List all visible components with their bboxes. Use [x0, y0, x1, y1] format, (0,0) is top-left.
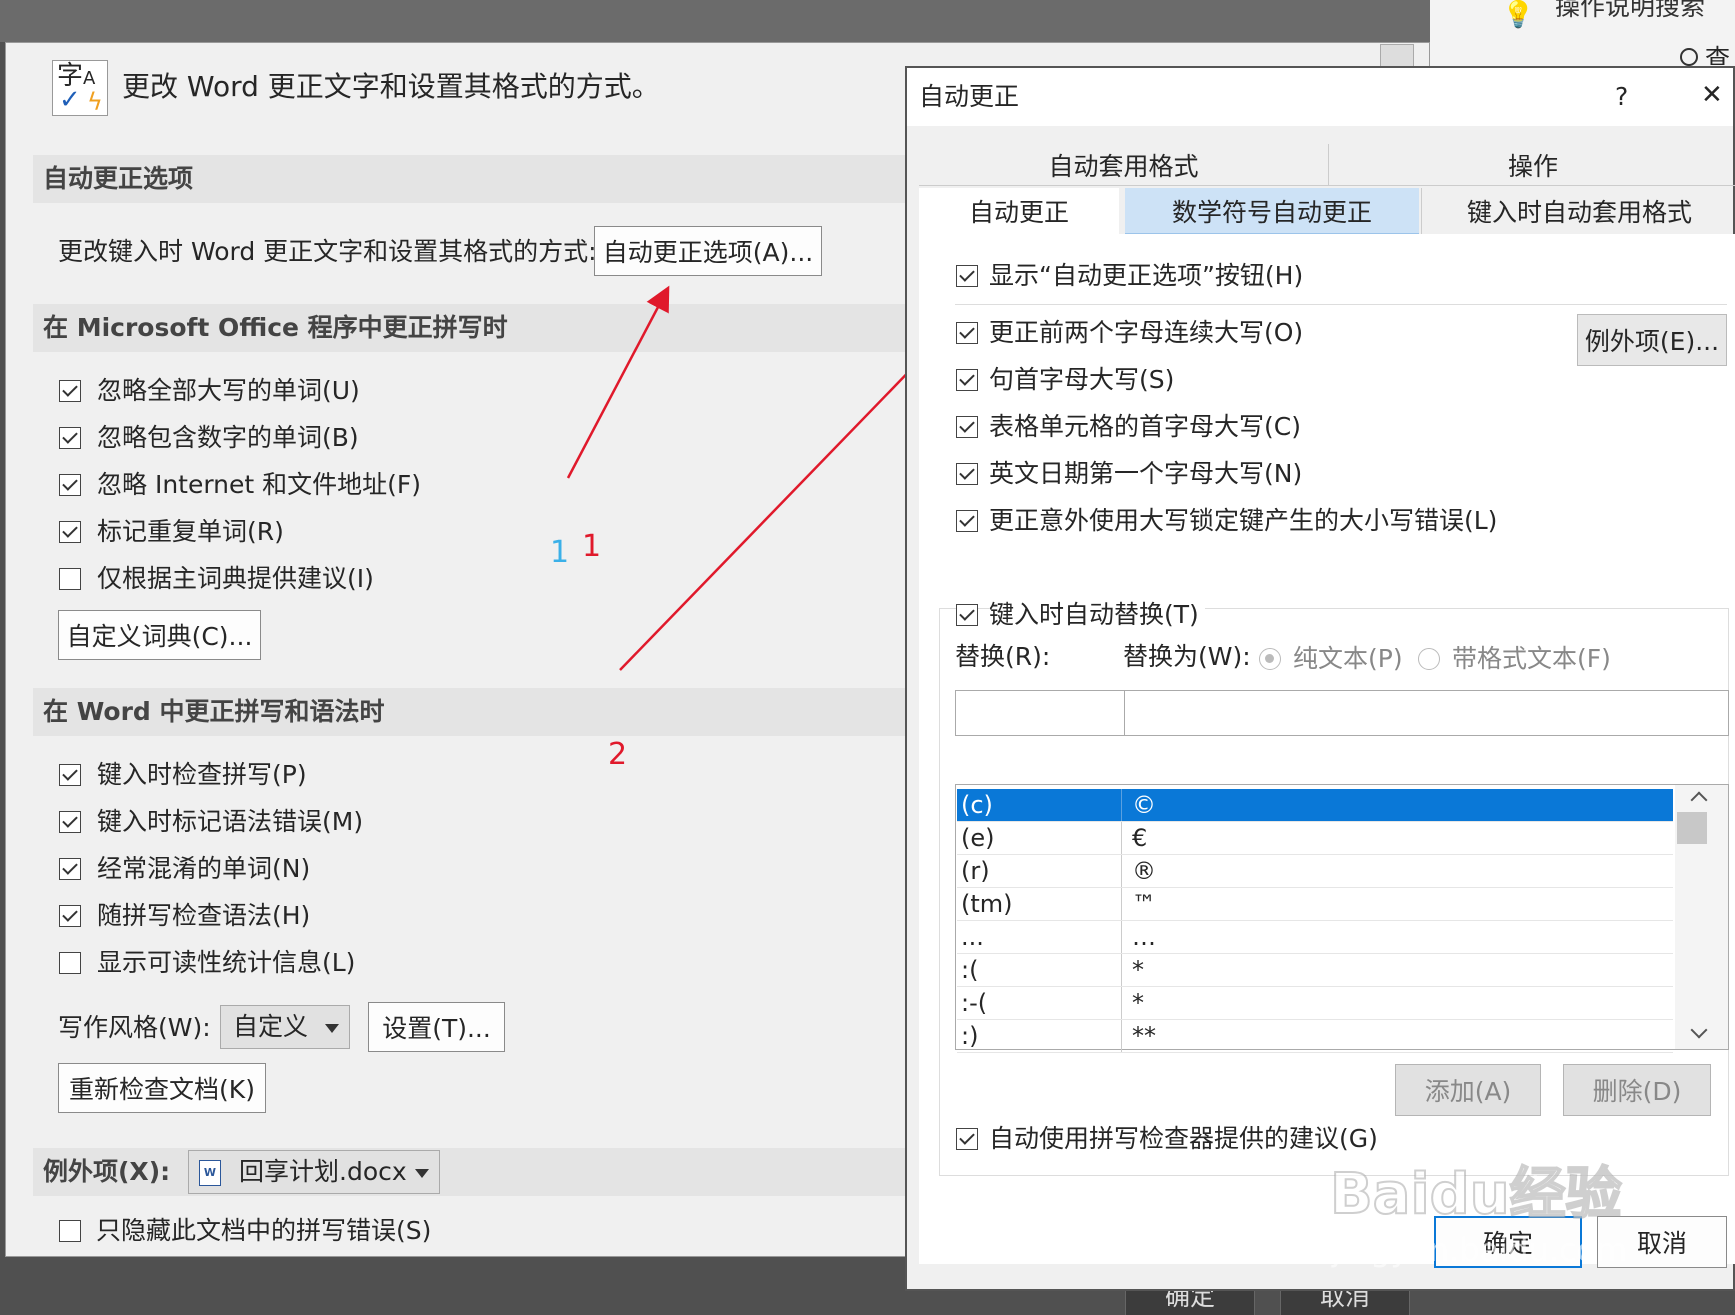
with-input[interactable] [1124, 690, 1729, 736]
help-icon[interactable]: ? [1615, 82, 1628, 112]
list-item-key: :( [957, 954, 1122, 986]
list-item-value: … [1132, 923, 1156, 951]
arrow-1 [566, 285, 670, 479]
list-item-key: (e) [957, 822, 1122, 854]
dialog-title-bar [907, 68, 1733, 126]
autocorrect-option-checkbox[interactable] [956, 416, 978, 438]
show-autocorrect-button-checkbox[interactable] [956, 265, 978, 287]
autocorrect-option-label: 更正前两个字母连续大写(O) [989, 318, 1304, 347]
exceptions-button[interactable]: 例外项(E)... [1577, 314, 1727, 366]
annotation-1-blue: 1 [550, 535, 570, 570]
list-item[interactable]: :) ** [957, 1020, 1673, 1053]
list-item-key: :-( [957, 987, 1122, 1019]
tab-autocorrect[interactable]: 自动更正 [919, 188, 1119, 234]
formatted-text-radio[interactable] [1418, 648, 1440, 670]
autocorrect-dialog: 自动更正 ? ✕ 自动套用格式 操作 自动更正 数学符号自动更正 键入时自动套用… [905, 66, 1735, 1291]
list-item-value: © [1132, 791, 1156, 819]
list-item[interactable]: (c) © [957, 789, 1673, 822]
replace-as-you-type-label: 键入时自动替换(T) [989, 600, 1205, 630]
list-item[interactable]: :( * [957, 954, 1673, 987]
autocorrect-option-checkbox[interactable] [956, 463, 978, 485]
plain-text-label: 纯文本(P) [1293, 644, 1403, 673]
list-item[interactable]: (tm) ™ [957, 888, 1673, 921]
autocorrect-option-checkbox[interactable] [956, 369, 978, 391]
divider [955, 304, 1727, 305]
list-item-value: € [1132, 824, 1148, 852]
list-item-key: (c) [957, 789, 1122, 821]
replace-input[interactable] [955, 690, 1125, 736]
tab-math-autocorrect[interactable]: 数学符号自动更正 [1125, 188, 1419, 234]
replace-label: 替换(R): [955, 642, 1051, 671]
list-item-value: ** [1132, 1022, 1156, 1050]
tab-autoformat[interactable]: 自动套用格式 [919, 144, 1329, 186]
list-item[interactable]: :-( * [957, 987, 1673, 1020]
list-item[interactable]: (r) ® [957, 855, 1673, 888]
delete-button[interactable]: 删除(D) [1563, 1064, 1711, 1116]
autocorrect-option-label: 表格单元格的首字母大写(C) [989, 412, 1301, 441]
auto-spell-suggest-label: 自动使用拼写检查器提供的建议(G) [989, 1124, 1378, 1153]
list-item-key: :) [957, 1020, 1122, 1052]
with-label: 替换为(W): [1123, 642, 1251, 671]
list-item-key: (tm) [957, 888, 1122, 920]
show-autocorrect-button-label: 显示“自动更正选项”按钮(H) [989, 261, 1304, 290]
list-item-value: * [1132, 956, 1144, 984]
watermark-url: jingyan.baidu.com [1332, 1231, 1628, 1269]
autocorrect-option-label: 更正意外使用大写锁定键产生的大小写错误(L) [989, 506, 1498, 535]
plain-text-radio[interactable] [1259, 648, 1281, 670]
formatted-text-label: 带格式文本(F) [1452, 644, 1611, 673]
annotation-2: 2 [608, 737, 628, 772]
list-item-value: ™ [1132, 890, 1156, 918]
autocorrect-option-checkbox[interactable] [956, 322, 978, 344]
list-item-key: ... [957, 921, 1122, 953]
tab-autoformat-as-you-type[interactable]: 键入时自动套用格式 [1421, 188, 1735, 234]
autocorrect-option-label: 英文日期第一个字母大写(N) [989, 459, 1303, 488]
scroll-thumb[interactable] [1677, 812, 1707, 844]
watermark-brand: Baidu经验 [1329, 1162, 1623, 1227]
list-item-key: (r) [957, 855, 1122, 887]
list-item[interactable]: (e) € [957, 822, 1673, 855]
replace-as-you-type-checkbox[interactable] [956, 604, 978, 626]
annotation-1-red: 1 [582, 529, 602, 564]
list-item[interactable]: ... … [957, 921, 1673, 954]
add-button[interactable]: 添加(A) [1395, 1064, 1541, 1116]
dialog-title: 自动更正 [919, 82, 1020, 111]
close-icon[interactable]: ✕ [1701, 80, 1723, 110]
autocorrect-option-label: 句首字母大写(S) [989, 365, 1175, 394]
list-item-value: * [1132, 989, 1144, 1017]
auto-spell-suggest-checkbox[interactable] [956, 1128, 978, 1150]
autocorrect-option-checkbox[interactable] [956, 510, 978, 532]
tab-actions[interactable]: 操作 [1329, 144, 1735, 186]
list-item-value: ® [1132, 857, 1156, 885]
